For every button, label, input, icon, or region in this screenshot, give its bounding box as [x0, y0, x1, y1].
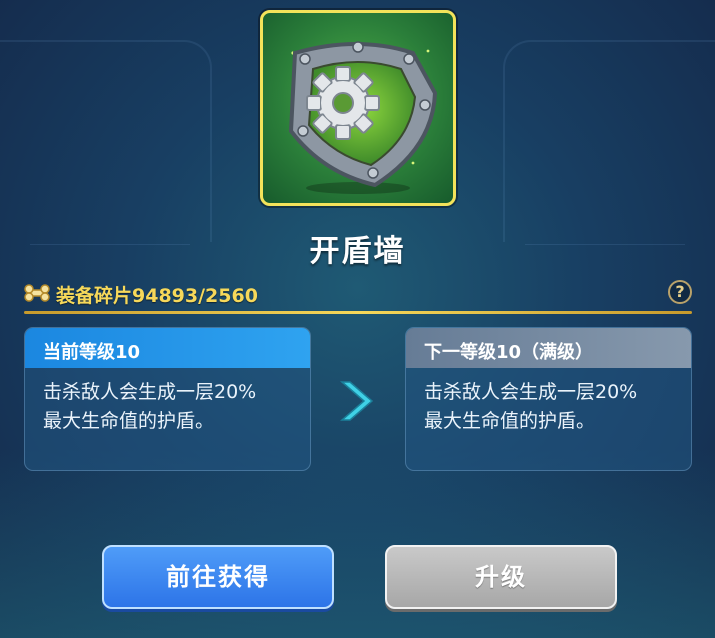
equipment-icon-frame	[260, 10, 456, 206]
current-level-description: 击杀敌人会生成一层20% 最大生命值的护盾。	[25, 368, 310, 436]
next-level-desc-line1: 击杀敌人会生成一层20%	[424, 381, 638, 403]
background-frame-left	[0, 40, 212, 242]
current-level-card: 当前等级10 击杀敌人会生成一层20% 最大生命值的护盾。	[24, 327, 311, 471]
fragment-counter: 装备碎片94893/2560 ?	[24, 280, 692, 308]
help-button[interactable]: ?	[668, 280, 692, 304]
current-level-desc-line2: 最大生命值的护盾。	[43, 410, 215, 432]
current-level-desc-line1: 击杀敌人会生成一层20%	[43, 381, 257, 403]
next-level-desc-line2: 最大生命值的护盾。	[424, 410, 596, 432]
current-level-header: 当前等级10	[25, 328, 310, 368]
chevron-right-icon	[339, 381, 374, 421]
bone-fragment-icon	[24, 284, 50, 302]
upgrade-button[interactable]: 升级	[385, 545, 617, 609]
background-glow	[0, 448, 715, 638]
next-level-header: 下一等级10（满级）	[406, 328, 691, 368]
next-level-card: 下一等级10（满级） 击杀敌人会生成一层20% 最大生命值的护盾。	[405, 327, 692, 471]
go-obtain-button[interactable]: 前往获得	[102, 545, 334, 609]
equipment-name: 开盾墙	[309, 234, 406, 269]
gear-shield-icon	[288, 41, 438, 194]
gold-divider	[24, 311, 692, 314]
next-level-description: 击杀敌人会生成一层20% 最大生命值的护盾。	[406, 368, 691, 436]
background-frame-right	[503, 40, 715, 242]
fragment-count-label: 装备碎片94893/2560	[56, 285, 258, 307]
